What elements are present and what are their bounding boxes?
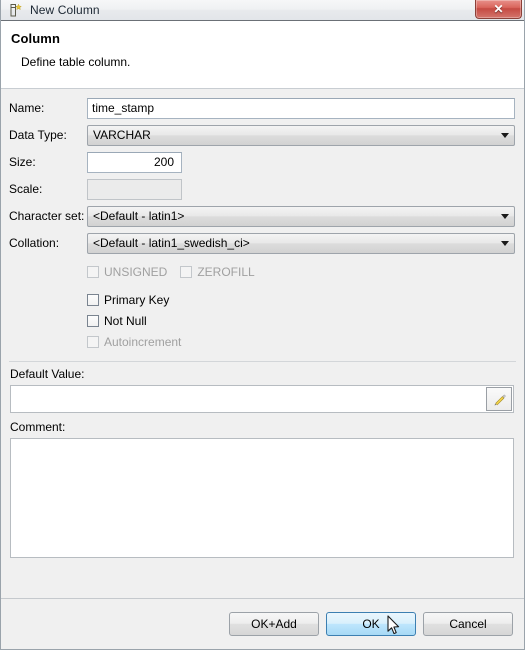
row-data-type: Data Type: VARCHAR — [9, 124, 515, 146]
chevron-down-icon — [501, 240, 509, 246]
autoincrement-checkbox: Autoincrement — [87, 332, 524, 352]
row-character-set: Character set: <Default - latin1> — [9, 205, 515, 227]
flags-group: UNSIGNED ZEROFILL Primary Key Not Null A… — [1, 259, 524, 352]
page-subtitle: Define table column. — [21, 55, 131, 69]
data-type-label: Data Type: — [9, 128, 67, 142]
default-value-label: Default Value: — [10, 367, 85, 381]
primary-key-label: Primary Key — [104, 293, 170, 307]
chevron-down-icon — [501, 132, 509, 138]
name-input[interactable]: time_stamp — [87, 97, 515, 119]
row-scale: Scale: — [9, 178, 515, 200]
edit-default-value-button[interactable] — [486, 387, 512, 411]
collation-select[interactable]: <Default - latin1_swedish_ci> — [87, 232, 515, 254]
character-set-label: Character set: — [9, 209, 85, 223]
collation-value: <Default - latin1_swedish_ci> — [93, 236, 250, 250]
scale-label: Scale: — [9, 182, 43, 196]
autoincrement-label: Autoincrement — [104, 335, 182, 349]
not-null-label: Not Null — [104, 314, 147, 328]
default-value-field — [10, 385, 514, 413]
ok-button[interactable]: OK — [326, 612, 416, 636]
new-column-dialog: New Column ✕ Column Define table column.… — [0, 0, 525, 650]
page-title: Column — [11, 31, 60, 46]
close-icon[interactable]: ✕ — [475, 0, 522, 19]
default-value-group: Default Value: — [1, 362, 524, 413]
unsigned-label: UNSIGNED — [104, 265, 168, 279]
column-form: Name: time_stamp Data Type: VARCHAR Size… — [1, 89, 524, 254]
character-set-select[interactable]: <Default - latin1> — [87, 205, 515, 227]
comment-label: Comment: — [10, 420, 66, 434]
close-glyph: ✕ — [493, 2, 504, 16]
not-null-checkbox[interactable]: Not Null — [87, 311, 524, 331]
name-label: Name: — [9, 101, 45, 115]
character-set-value: <Default - latin1> — [93, 209, 185, 223]
row-unsigned-zerofill: UNSIGNED ZEROFILL — [87, 262, 524, 282]
button-bar: OK+Add OK Cancel — [1, 599, 524, 649]
checkbox-box — [180, 266, 193, 278]
checkbox-box[interactable] — [87, 294, 99, 306]
comment-textarea[interactable] — [10, 438, 514, 558]
size-label: Size: — [9, 155, 36, 169]
new-column-icon — [10, 3, 22, 16]
dialog-header: Column Define table column. — [1, 21, 524, 89]
cancel-button[interactable]: Cancel — [423, 612, 513, 636]
row-name: Name: time_stamp — [9, 97, 515, 119]
pencil-icon — [494, 394, 506, 405]
zerofill-label: ZEROFILL — [197, 265, 255, 279]
size-input[interactable]: 200 — [87, 151, 182, 173]
title-bar[interactable]: New Column ✕ — [1, 0, 524, 21]
default-value-input[interactable] — [11, 386, 485, 412]
row-collation: Collation: <Default - latin1_swedish_ci> — [9, 232, 515, 254]
ok-add-button[interactable]: OK+Add — [229, 612, 319, 636]
checkbox-box[interactable] — [87, 315, 99, 327]
checkbox-box — [87, 266, 99, 278]
window-title: New Column — [30, 3, 100, 17]
data-type-select[interactable]: VARCHAR — [87, 124, 515, 146]
primary-key-checkbox[interactable]: Primary Key — [87, 290, 524, 310]
collation-label: Collation: — [9, 236, 60, 250]
unsigned-checkbox: UNSIGNED — [87, 265, 167, 279]
scale-input — [87, 178, 182, 200]
chevron-down-icon — [501, 213, 509, 219]
row-size: Size: 200 — [9, 151, 515, 173]
comment-group: Comment: — [1, 413, 524, 558]
checkbox-box — [87, 336, 99, 348]
zerofill-checkbox: ZEROFILL — [180, 265, 255, 279]
data-type-value: VARCHAR — [93, 128, 151, 142]
